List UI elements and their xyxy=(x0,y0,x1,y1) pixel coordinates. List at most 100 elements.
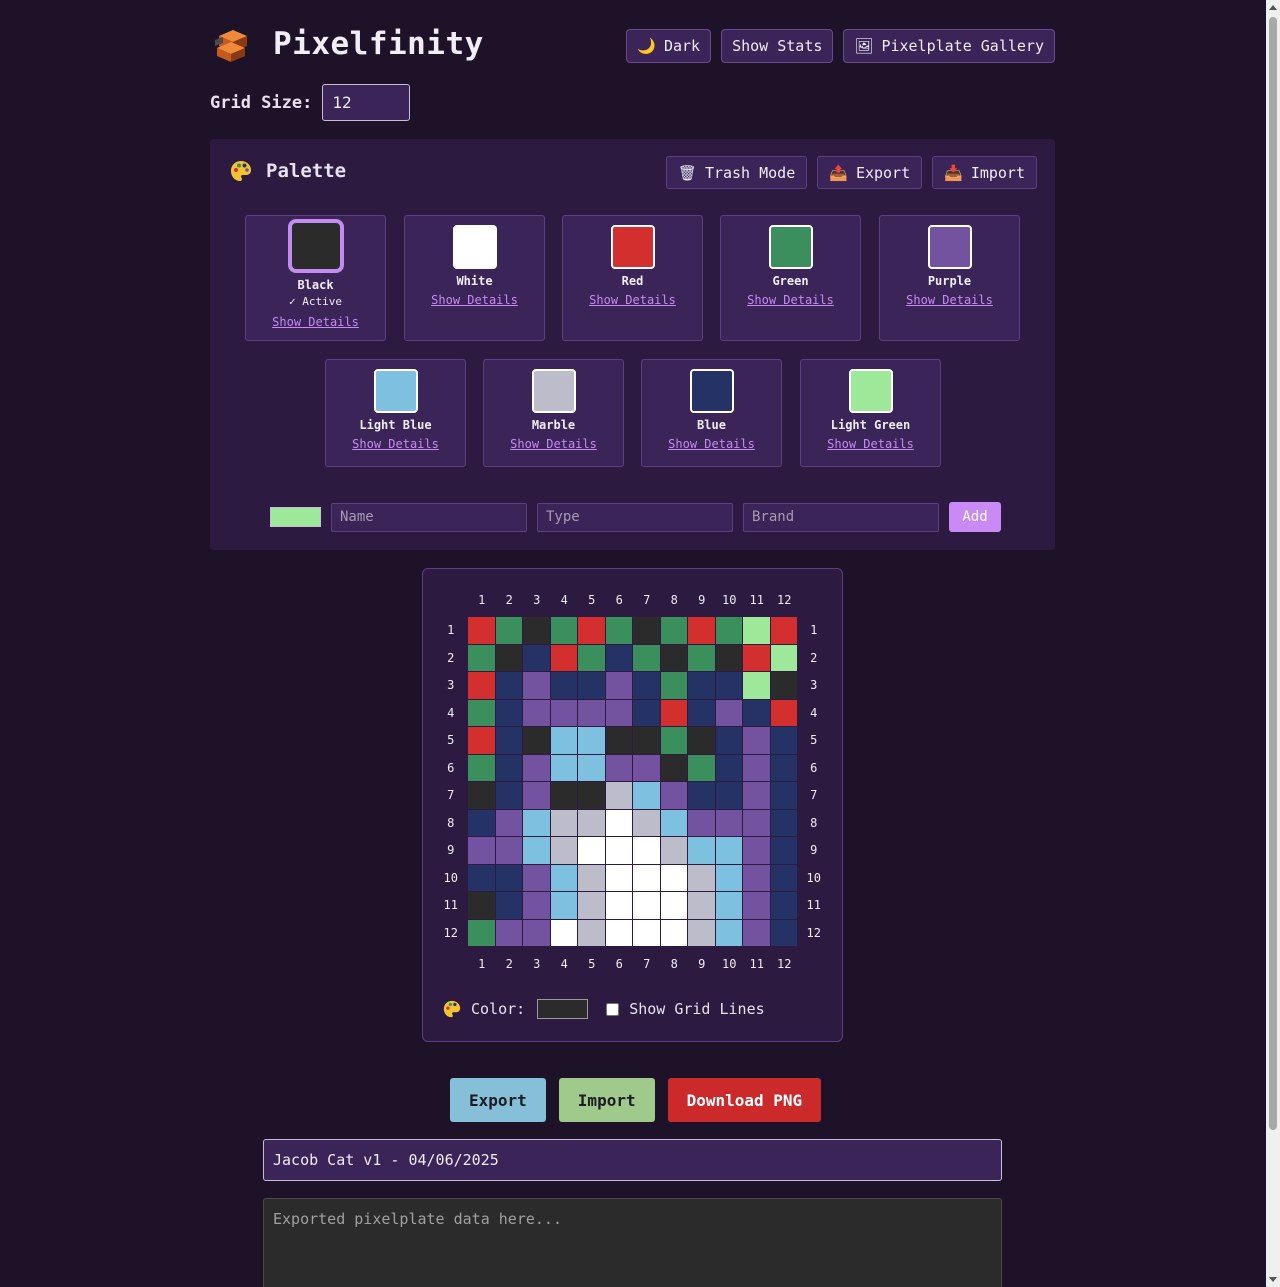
pixel-cell[interactable] xyxy=(495,754,522,781)
pixel-cell[interactable] xyxy=(578,644,605,671)
download-png-button[interactable]: Download PNG xyxy=(667,1078,822,1122)
pixel-cell[interactable] xyxy=(605,699,632,726)
pixel-cell[interactable] xyxy=(660,782,687,809)
show-details-link[interactable]: Show Details xyxy=(352,437,439,451)
color-swatch[interactable] xyxy=(927,225,972,269)
scroll-down-icon[interactable] xyxy=(1269,1277,1277,1282)
pixel-cell[interactable] xyxy=(523,892,550,919)
pixel-cell[interactable] xyxy=(633,699,660,726)
palette-card-green[interactable]: Green Show Details xyxy=(720,215,861,341)
pixel-cell[interactable] xyxy=(688,864,715,891)
color-swatch[interactable] xyxy=(610,225,655,269)
pixel-cell[interactable] xyxy=(605,809,632,836)
show-details-link[interactable]: Show Details xyxy=(747,293,834,307)
trash-mode-button[interactable]: 🗑 Trash Mode xyxy=(665,156,808,189)
pixel-cell[interactable] xyxy=(770,617,797,644)
pixel-cell[interactable] xyxy=(550,754,577,781)
show-details-link[interactable]: Show Details xyxy=(589,293,676,307)
pixel-cell[interactable] xyxy=(495,919,522,946)
pixel-cell[interactable] xyxy=(715,837,742,864)
pixel-cell[interactable] xyxy=(770,837,797,864)
pixel-cell[interactable] xyxy=(605,754,632,781)
pixel-cell[interactable] xyxy=(578,809,605,836)
color-swatch[interactable] xyxy=(848,369,893,413)
pixel-cell[interactable] xyxy=(550,892,577,919)
palette-card-light-green[interactable]: Light Green Show Details xyxy=(800,359,941,467)
pixel-cell[interactable] xyxy=(743,864,770,891)
pixel-cell[interactable] xyxy=(715,919,742,946)
pixel-cell[interactable] xyxy=(688,837,715,864)
pixel-cell[interactable] xyxy=(743,892,770,919)
pixel-cell[interactable] xyxy=(715,727,742,754)
pixel-cell[interactable] xyxy=(715,864,742,891)
palette-card-black[interactable]: Black ✓ Active Show Details xyxy=(245,215,386,341)
pixel-cell[interactable] xyxy=(743,727,770,754)
current-color-swatch[interactable] xyxy=(537,999,589,1019)
pixel-cell[interactable] xyxy=(660,754,687,781)
show-details-link[interactable]: Show Details xyxy=(668,437,755,451)
pixel-cell[interactable] xyxy=(468,809,495,836)
pixel-cell[interactable] xyxy=(688,699,715,726)
palette-card-white[interactable]: White Show Details xyxy=(404,215,545,341)
pixel-cell[interactable] xyxy=(605,919,632,946)
pixel-cell[interactable] xyxy=(605,644,632,671)
pixel-cell[interactable] xyxy=(523,617,550,644)
pixel-cell[interactable] xyxy=(660,892,687,919)
pixel-cell[interactable] xyxy=(468,754,495,781)
pixel-cell[interactable] xyxy=(495,727,522,754)
pixelplate-name-input[interactable]: Jacob Cat v1 - 04/06/2025 xyxy=(263,1139,1002,1181)
pixel-cell[interactable] xyxy=(495,782,522,809)
pixel-cell[interactable] xyxy=(605,837,632,864)
palette-card-purple[interactable]: Purple Show Details xyxy=(879,215,1020,341)
export-button[interactable]: Export xyxy=(450,1078,546,1122)
grid-size-input[interactable] xyxy=(322,84,411,121)
pixel-cell[interactable] xyxy=(468,617,495,644)
grid-lines-checkbox[interactable] xyxy=(606,1002,620,1016)
pixel-cell[interactable] xyxy=(688,727,715,754)
pixel-cell[interactable] xyxy=(605,782,632,809)
color-swatch[interactable] xyxy=(287,219,344,273)
pixel-cell[interactable] xyxy=(688,672,715,699)
palette-card-blue[interactable]: Blue Show Details xyxy=(641,359,782,467)
pixel-cell[interactable] xyxy=(660,699,687,726)
pixel-cell[interactable] xyxy=(578,699,605,726)
pixel-cell[interactable] xyxy=(770,754,797,781)
color-swatch[interactable] xyxy=(373,369,418,413)
show-stats-button[interactable]: Show Stats xyxy=(721,29,834,63)
palette-import-button[interactable]: 📥 Import xyxy=(932,156,1037,189)
pixel-cell[interactable] xyxy=(715,782,742,809)
show-details-link[interactable]: Show Details xyxy=(272,315,359,329)
palette-card-red[interactable]: Red Show Details xyxy=(562,215,703,341)
pixel-cell[interactable] xyxy=(550,809,577,836)
pixel-cell[interactable] xyxy=(523,727,550,754)
pixel-cell[interactable] xyxy=(688,754,715,781)
pixel-cell[interactable] xyxy=(523,837,550,864)
pixel-cell[interactable] xyxy=(633,892,660,919)
color-swatch[interactable] xyxy=(689,369,734,413)
pixel-cell[interactable] xyxy=(605,617,632,644)
scroll-up-icon[interactable] xyxy=(1269,5,1277,10)
pixel-cell[interactable] xyxy=(743,782,770,809)
dark-mode-button[interactable]: 🌙 Dark xyxy=(626,29,712,63)
pixel-cell[interactable] xyxy=(660,919,687,946)
pixel-cell[interactable] xyxy=(550,644,577,671)
palette-card-marble[interactable]: Marble Show Details xyxy=(483,359,624,467)
pixel-cell[interactable] xyxy=(660,864,687,891)
pixel-cell[interactable] xyxy=(523,672,550,699)
new-color-brand-input[interactable] xyxy=(743,502,939,532)
pixel-cell[interactable] xyxy=(605,727,632,754)
pixel-cell[interactable] xyxy=(468,644,495,671)
pixel-cell[interactable] xyxy=(523,782,550,809)
pixel-cell[interactable] xyxy=(770,782,797,809)
pixel-cell[interactable] xyxy=(495,699,522,726)
pixel-cell[interactable] xyxy=(633,727,660,754)
scrollbar[interactable] xyxy=(1266,0,1280,1287)
palette-card-light-blue[interactable]: Light Blue Show Details xyxy=(325,359,466,467)
pixel-cell[interactable] xyxy=(660,727,687,754)
pixel-cell[interactable] xyxy=(550,672,577,699)
pixel-cell[interactable] xyxy=(578,892,605,919)
pixel-cell[interactable] xyxy=(550,727,577,754)
pixel-cell[interactable] xyxy=(688,919,715,946)
pixel-cell[interactable] xyxy=(550,782,577,809)
pixel-cell[interactable] xyxy=(770,727,797,754)
